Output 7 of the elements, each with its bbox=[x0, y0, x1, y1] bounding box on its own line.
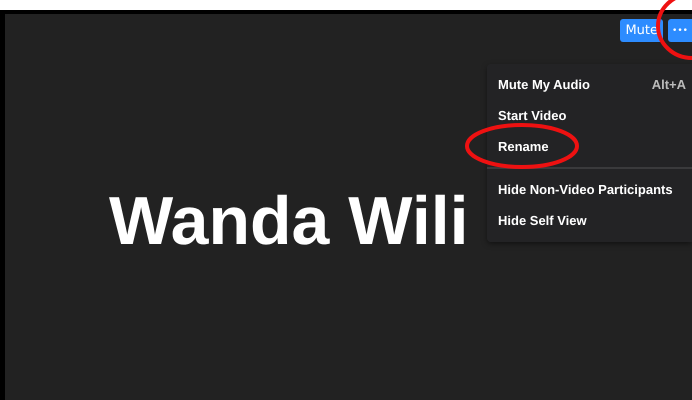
menu-item[interactable]: Hide Self View bbox=[498, 213, 587, 228]
menu-item[interactable]: Hide Non-Video Participants bbox=[498, 182, 673, 197]
menu-item[interactable]: Rename bbox=[498, 139, 549, 154]
menu-item[interactable]: Start Video bbox=[498, 108, 566, 123]
participant-name: Wanda Wili bbox=[109, 182, 469, 260]
menu-item[interactable]: Mute My Audio bbox=[498, 77, 590, 92]
shortcut-label: Alt+A bbox=[652, 77, 686, 92]
